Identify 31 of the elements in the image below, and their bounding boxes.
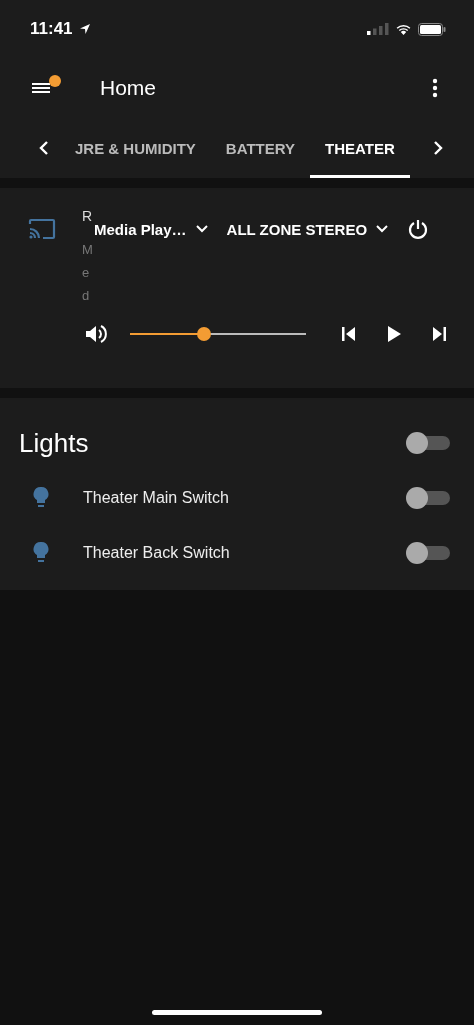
previous-track-icon[interactable]: [340, 326, 358, 342]
volume-icon[interactable]: [84, 323, 108, 345]
signal-icon: [367, 23, 389, 35]
battery-icon: [418, 22, 446, 36]
light-bulb-icon: [33, 540, 49, 565]
menu-icon: [32, 83, 50, 93]
media-state: Med: [82, 241, 94, 305]
slider-thumb[interactable]: [196, 327, 211, 341]
tab[interactable]: THEATER: [310, 118, 410, 178]
wifi-icon: [395, 23, 412, 35]
cast-icon: [28, 218, 56, 240]
media-name: R: [82, 208, 94, 224]
next-track-icon[interactable]: [430, 326, 448, 342]
more-options-icon[interactable]: [432, 78, 438, 98]
location-arrow-icon: [78, 23, 91, 35]
source-dropdown[interactable]: Media Play…: [94, 220, 209, 238]
light-name: Theater Main Switch: [83, 488, 230, 507]
caret-icon: [194, 224, 209, 234]
status-time: 11:41: [30, 19, 73, 39]
power-icon[interactable]: [407, 218, 430, 240]
tab[interactable]: JRE & HUMIDITY: [60, 118, 211, 178]
tab[interactable]: BATTERY: [210, 118, 310, 178]
sound-mode-dropdown[interactable]: ALL ZONE STEREO: [226, 220, 390, 238]
card-title: Lights: [19, 427, 89, 459]
page-title: Home: [100, 76, 157, 100]
light-bulb-icon: [33, 485, 49, 510]
chevron-left-icon[interactable]: [38, 140, 50, 156]
caret-icon: [375, 224, 390, 234]
light-name: Theater Back Switch: [83, 543, 231, 562]
chevron-right-icon[interactable]: [432, 140, 444, 156]
play-icon[interactable]: [386, 325, 402, 343]
